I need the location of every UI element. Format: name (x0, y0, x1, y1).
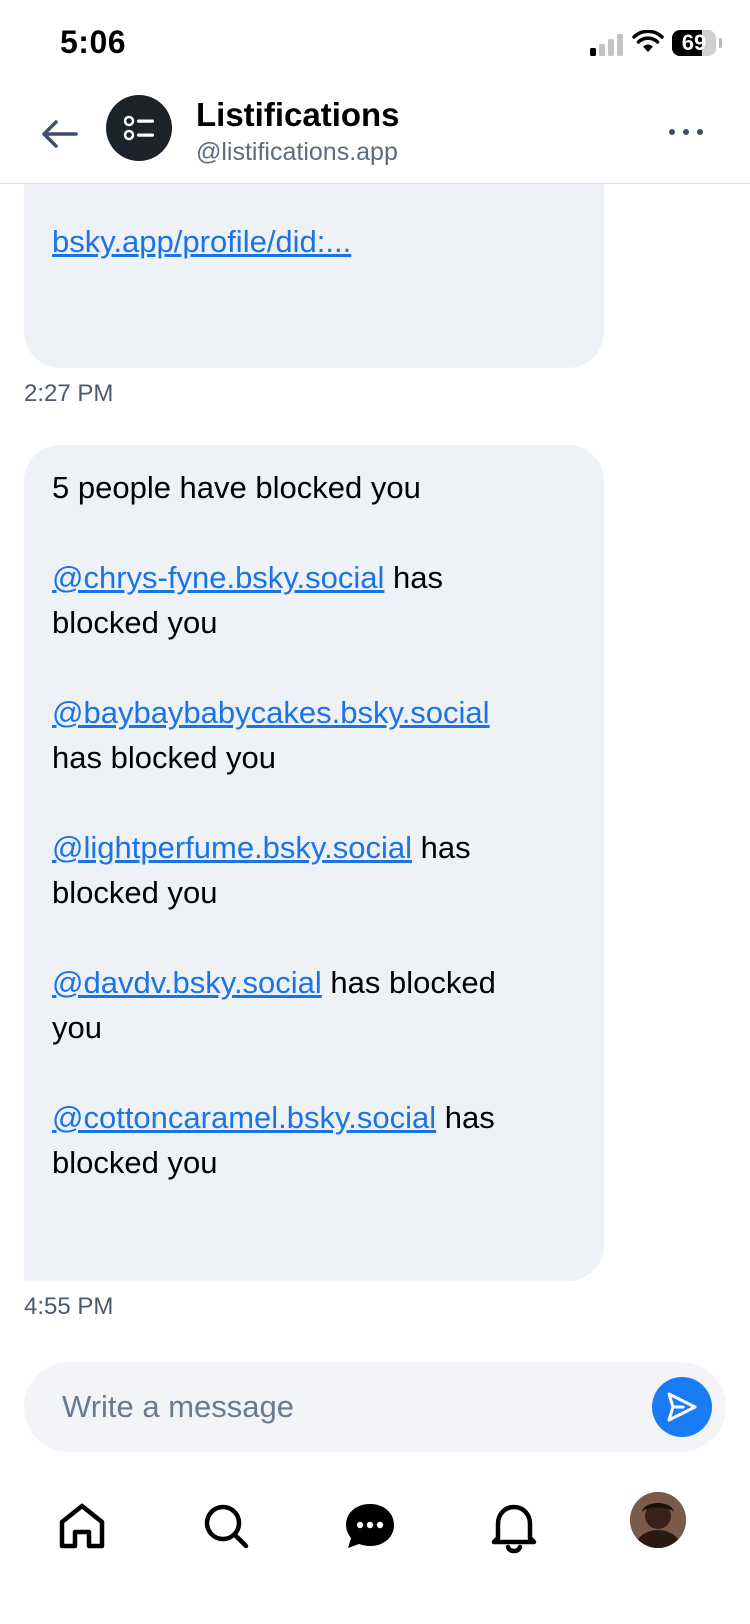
user-handle-link[interactable]: @chrys-fyne.bsky.social (52, 560, 384, 595)
conversation-header: Listifications @listifications.app (0, 88, 750, 184)
message-text-fragment: has (384, 560, 443, 595)
status-time: 5:06 (60, 24, 127, 60)
message-timestamp: 2:27 PM (24, 380, 114, 407)
message-composer (24, 1362, 726, 1452)
message-input[interactable] (62, 1362, 622, 1452)
nav-profile-avatar[interactable] (630, 1492, 686, 1548)
message-text-fragment: blocked you (52, 605, 218, 640)
message-intro: 5 people have blocked you (52, 470, 421, 505)
avatar[interactable] (106, 95, 172, 161)
message-timestamp: 4:55 PM (24, 1293, 114, 1320)
battery-indicator: 69 (672, 30, 722, 56)
nav-home[interactable] (50, 1494, 114, 1558)
battery-level: 69 (681, 30, 707, 55)
user-handle-link[interactable]: @baybaybabycakes.bsky.social (52, 695, 490, 730)
user-handle-link[interactable]: @lightperfume.bsky.social (52, 830, 412, 865)
send-icon (667, 1392, 697, 1422)
nav-notifications[interactable] (482, 1494, 546, 1558)
message-text-fragment: blocked you (52, 875, 218, 910)
back-arrow-icon (42, 120, 78, 148)
user-handle-link[interactable]: @cottoncaramel.bsky.social (52, 1100, 436, 1135)
nav-search[interactable] (194, 1494, 258, 1558)
profile-link[interactable]: bsky.app/profile/did:... (52, 224, 351, 260)
message-text: 5 people have blocked you @chrys-fyne.bs… (52, 465, 582, 1185)
chat-icon (346, 1504, 394, 1548)
wifi-icon (632, 30, 664, 52)
message-text-fragment: has blocked (321, 965, 496, 1000)
status-bar: 5:06 69 (0, 0, 750, 88)
message-text-fragment: blocked you (52, 1145, 218, 1180)
message-bubble: 5 people have blocked you @chrys-fyne.bs… (24, 445, 604, 1281)
back-button[interactable] (36, 110, 84, 158)
message-text-fragment: has (436, 1100, 495, 1135)
message-text-fragment: you (52, 1010, 102, 1045)
more-options-button[interactable] (664, 110, 708, 154)
signal-icon (590, 34, 623, 56)
search-icon (204, 1504, 249, 1549)
message-text-fragment: has blocked you (52, 740, 277, 775)
user-handle-link[interactable]: @davdv.bsky.social (52, 965, 322, 1000)
bell-icon (491, 1504, 537, 1554)
ellipsis-icon (669, 129, 703, 135)
nav-chat[interactable] (338, 1494, 402, 1558)
contact-name[interactable]: Listifications (196, 96, 400, 134)
home-icon (59, 1503, 105, 1549)
profile-avatar-icon (630, 1492, 686, 1548)
message-text-fragment: has (411, 830, 471, 865)
send-button[interactable] (652, 1377, 712, 1437)
bottom-nav (0, 1480, 750, 1576)
contact-handle[interactable]: @listifications.app (196, 138, 398, 167)
list-logo-icon (123, 115, 154, 141)
message-bubble: bsky.app/profile/did:... (24, 184, 604, 368)
